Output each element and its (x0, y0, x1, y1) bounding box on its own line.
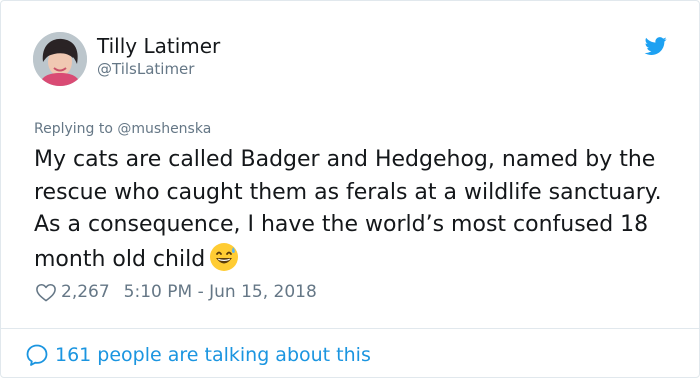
speech-bubble-icon (26, 344, 48, 366)
author-handle[interactable]: @TilsLatimer (97, 60, 194, 78)
heart-outline-icon[interactable] (35, 282, 57, 302)
like-count[interactable]: 2,267 (61, 282, 110, 302)
replying-to: Replying to @mushenska (34, 121, 211, 137)
replying-to-handle[interactable]: @mushenska (117, 121, 211, 137)
author-name[interactable]: Tilly Latimer (97, 34, 220, 58)
tweet-timestamp[interactable]: 5:10 PM - Jun 15, 2018 (124, 282, 317, 302)
twitter-bird-icon[interactable] (644, 35, 668, 57)
tweet-text: My cats are called Badger and Hedgehog, … (34, 147, 662, 272)
tweet-meta: 2,267 5:10 PM - Jun 15, 2018 (35, 280, 317, 304)
replying-prefix: Replying to (34, 121, 113, 137)
tweet-card: Tilly Latimer @TilsLatimer Replying to @… (0, 0, 700, 378)
divider (1, 328, 699, 329)
talking-about-label[interactable]: 161 people are talking about this (55, 344, 371, 366)
tweet-text-block: My cats are called Badger and Hedgehog, … (34, 144, 674, 276)
avatar[interactable] (33, 32, 87, 86)
talking-about-link[interactable]: 161 people are talking about this (25, 342, 371, 368)
grinning-sweat-face-icon (209, 242, 239, 272)
